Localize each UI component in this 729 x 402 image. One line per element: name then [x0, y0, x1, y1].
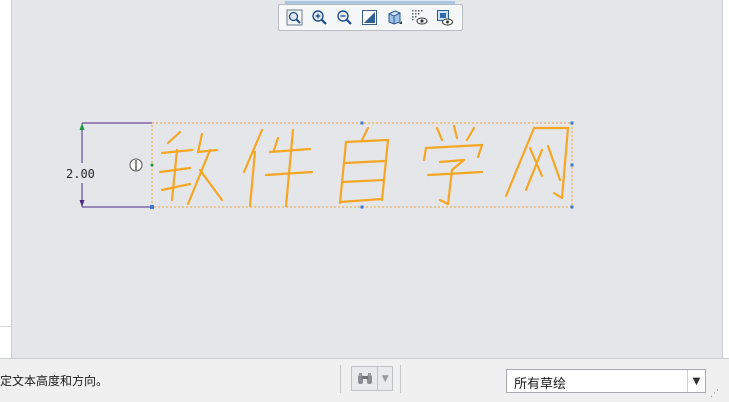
status-message: 定文本高度和方向。	[0, 374, 109, 388]
box-handles[interactable]	[150, 121, 574, 210]
dimension-value[interactable]: 2.00	[66, 167, 95, 181]
filter-value: 所有草绘	[514, 377, 567, 392]
status-bar: 定文本高度和方向。 ▼ 所有草绘 ▼ ⋰	[0, 358, 729, 402]
panel-separator	[0, 326, 11, 327]
text-origin-handle[interactable]	[129, 158, 143, 172]
sketch-canvas[interactable]: 2.00	[12, 0, 722, 358]
chevron-down-icon[interactable]: ▼	[377, 367, 392, 390]
right-panel	[722, 0, 729, 358]
status-divider	[340, 365, 341, 393]
sketch-text-strokes	[158, 124, 570, 208]
find-button[interactable]: ▼	[351, 366, 393, 391]
chevron-down-icon[interactable]: ▼	[687, 370, 705, 392]
text-bounding-box	[151, 122, 573, 208]
status-divider	[400, 365, 401, 393]
midpoint-marker	[150, 163, 154, 167]
selection-filter-dropdown[interactable]: 所有草绘 ▼	[506, 369, 706, 393]
binoculars-icon	[357, 372, 372, 384]
resize-grip-icon[interactable]: ⋰	[710, 389, 719, 399]
left-panel	[0, 0, 12, 358]
